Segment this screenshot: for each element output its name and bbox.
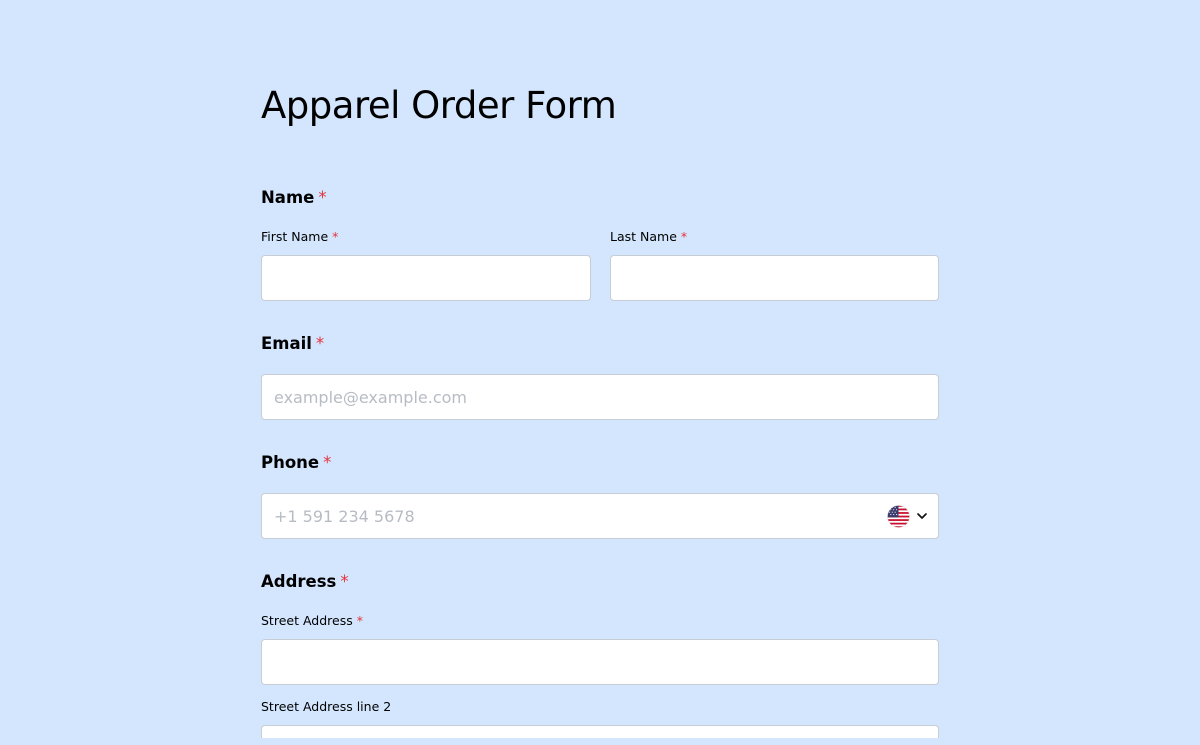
required-asterisk: *	[315, 334, 325, 353]
us-flag-icon	[887, 504, 910, 528]
phone-label-text: Phone	[261, 453, 320, 472]
street-address-line2-label-text: Street Address line 2	[261, 699, 392, 714]
required-asterisk: *	[318, 188, 327, 207]
first-name-input[interactable]	[262, 256, 590, 300]
street-address-line2-field[interactable]	[261, 725, 939, 742]
first-name-field[interactable]	[261, 255, 591, 301]
last-name-label: Last Name *	[610, 229, 687, 244]
country-code-dropdown[interactable]	[887, 504, 928, 528]
first-name-label: First Name *	[261, 229, 338, 244]
required-asterisk: *	[332, 229, 339, 244]
required-asterisk: *	[340, 572, 349, 591]
required-asterisk: *	[356, 613, 363, 628]
required-asterisk: *	[680, 229, 688, 244]
form-title: Apparel Order Form	[261, 84, 617, 127]
email-input[interactable]	[262, 375, 938, 419]
email-section-label: Email *	[261, 334, 324, 353]
email-field[interactable]	[261, 374, 939, 420]
first-name-label-text: First Name	[261, 229, 329, 244]
email-label-text: Email	[261, 334, 312, 353]
street-address-input[interactable]	[262, 640, 938, 684]
name-section-label: Name *	[261, 188, 327, 207]
address-label-text: Address	[261, 572, 337, 591]
street-address-line2-input[interactable]	[262, 729, 938, 742]
required-asterisk: *	[323, 453, 332, 472]
street-address-field[interactable]	[261, 639, 939, 685]
phone-field[interactable]	[261, 493, 939, 539]
street-address-line2-label: Street Address line 2	[261, 699, 391, 714]
last-name-input[interactable]	[611, 256, 938, 300]
address-section-label: Address *	[261, 572, 349, 591]
last-name-label-text: Last Name	[610, 229, 677, 244]
street-address-label: Street Address *	[261, 613, 363, 628]
phone-input[interactable]	[262, 494, 938, 538]
phone-section-label: Phone *	[261, 453, 331, 472]
name-label-text: Name	[261, 188, 315, 207]
last-name-field[interactable]	[610, 255, 939, 301]
street-address-label-text: Street Address	[261, 613, 353, 628]
chevron-down-icon	[917, 513, 927, 519]
